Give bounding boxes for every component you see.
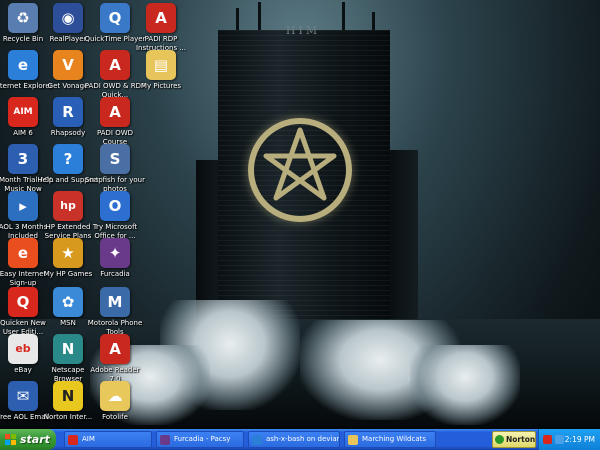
clock[interactable]: 2:19 PM: [565, 429, 595, 450]
quicktime-icon: Q: [100, 3, 130, 33]
rhapsody-icon: R: [53, 97, 83, 127]
adobe-reader-icon: A: [100, 334, 130, 364]
icon-my-pictures[interactable]: ▤ My Pictures: [130, 50, 192, 91]
task-furcadia[interactable]: Furcadia - Pacsy: [156, 431, 244, 448]
pdf-icon: A: [146, 3, 176, 33]
pdf-icon: A: [100, 97, 130, 127]
furcadia-icon: [160, 435, 170, 445]
hp-icon: hp: [53, 191, 83, 221]
quicken-icon: Q: [8, 287, 38, 317]
windows-logo-icon: [5, 434, 16, 445]
desktop[interactable]: HIM ♻ Recycle Bin ◉ RealPlayer Q QuickTi…: [0, 0, 600, 429]
realplayer-icon: ◉: [53, 3, 83, 33]
ebay-icon: eb: [8, 334, 38, 364]
norton-icon: N: [53, 381, 83, 411]
system-tray: 2:19 PM: [538, 429, 600, 450]
icon-fotolife[interactable]: ☁ Fotolife: [84, 381, 146, 422]
icon-padi-rdp-instructions[interactable]: A PADI RDP Instructions ...: [130, 3, 192, 52]
start-button[interactable]: start: [0, 429, 56, 450]
internet-explorer-icon: e: [8, 50, 38, 80]
office-icon: O: [100, 191, 130, 221]
aim-icon: AIM: [8, 97, 38, 127]
icon-furcadia[interactable]: ✦ Furcadia: [84, 238, 146, 279]
aim-icon: [68, 435, 78, 445]
wallpaper-heartagram-icon: [248, 118, 352, 222]
task-label: Marching Wildcats: [362, 435, 427, 443]
pdf-icon: A: [100, 50, 130, 80]
tray-network-icon[interactable]: [555, 435, 564, 444]
icon-padi-owd-course[interactable]: A PADI OWD Course: [84, 97, 146, 146]
furcadia-icon: ✦: [100, 238, 130, 268]
norton-label: Norton: [506, 435, 536, 444]
netscape-icon: N: [53, 334, 83, 364]
task-label: AIM: [82, 435, 95, 443]
msn-butterfly-icon: ✿: [53, 287, 83, 317]
icon-adobe-reader[interactable]: A Adobe Reader 7.0: [84, 334, 146, 383]
internet-signup-icon: e: [8, 238, 38, 268]
folder-icon: ▤: [146, 50, 176, 80]
snapfish-icon: S: [100, 144, 130, 174]
trophy-icon: ★: [53, 238, 83, 268]
wallpaper-logo-text: HIM: [285, 24, 321, 37]
wallpaper-wave: [410, 345, 520, 425]
tray-adobe-icon[interactable]: [543, 435, 552, 444]
icon-motorola-phone-tools[interactable]: M Motorola Phone Tools: [84, 287, 146, 336]
task-label: ash-x-bash on devian...: [266, 435, 340, 443]
folder-icon: [348, 435, 358, 445]
norton-toolbar-button[interactable]: Norton: [492, 431, 536, 448]
vonage-icon: V: [53, 50, 83, 80]
fotolife-icon: ☁: [100, 381, 130, 411]
icon-snapfish[interactable]: S Snapfish for your photos: [84, 144, 146, 193]
aol-music-icon: 3: [8, 144, 38, 174]
task-deviantart[interactable]: ash-x-bash on devian...: [248, 431, 340, 448]
recycle-bin-icon: ♻: [8, 3, 38, 33]
norton-check-icon: [495, 435, 504, 444]
start-label: start: [20, 433, 50, 446]
internet-explorer-icon: [252, 435, 262, 445]
icon-try-microsoft-office[interactable]: O Try Microsoft Office for ...: [84, 191, 146, 240]
taskbar: start AIM Furcadia - Pacsy ash-x-bash on…: [0, 429, 600, 450]
email-icon: ✉: [8, 381, 38, 411]
task-marching-wildcats[interactable]: Marching Wildcats: [344, 431, 436, 448]
help-icon: ?: [53, 144, 83, 174]
aol-icon: ▸: [8, 191, 38, 221]
task-aim[interactable]: AIM: [64, 431, 152, 448]
task-label: Furcadia - Pacsy: [174, 435, 231, 443]
motorola-icon: M: [100, 287, 130, 317]
